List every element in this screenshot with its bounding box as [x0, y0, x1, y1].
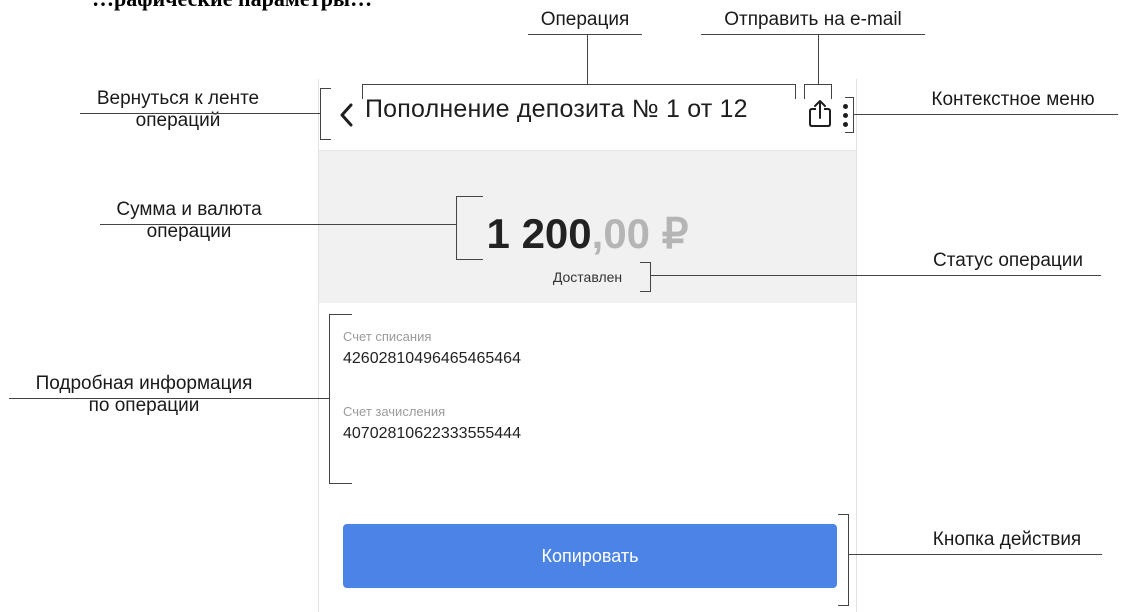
- annotation-operation: Операция: [540, 9, 630, 30]
- annotation-amount-line1: Сумма и валюта: [116, 199, 262, 220]
- details-section: Счет списания 42602810496465465464 Счет …: [343, 329, 521, 443]
- annotation-send-email: Отправить на e-mail: [724, 9, 902, 30]
- operation-title: Пополнение депозита № 1 от 12: [365, 95, 748, 123]
- amount-main: 1 200: [486, 210, 592, 257]
- annotation-details: Подробная информация по операции: [9, 373, 279, 417]
- amount: 1 200,00 ₽: [319, 209, 856, 258]
- annotation-details-line1: Подробная информация: [35, 373, 253, 394]
- annotation-status: Статус операции: [932, 250, 1083, 271]
- document-heading-fragment: …рафические параметры…: [92, 0, 372, 12]
- annotation-action-button: Кнопка действия: [932, 529, 1082, 550]
- copy-button[interactable]: Копировать: [343, 524, 837, 588]
- field-debit-account: Счет списания 42602810496465465464: [343, 329, 521, 368]
- share-icon: [809, 100, 831, 127]
- status-label: Доставлен: [552, 269, 623, 285]
- field-credit-account: Счет зачисления 40702810622333555444: [343, 404, 521, 443]
- share-button[interactable]: [805, 93, 835, 133]
- annotation-back-line1: Вернуться к ленте: [96, 88, 260, 109]
- chevron-left-icon: [340, 103, 353, 127]
- field-value: 40702810622333555444: [343, 425, 521, 442]
- annotation-back: Вернуться к ленте операций: [80, 88, 276, 132]
- field-label: Счет списания: [343, 329, 432, 344]
- back-button[interactable]: [333, 97, 359, 133]
- amount-decimals-currency: ,00 ₽: [591, 210, 689, 257]
- annotation-amount: Сумма и валюта операции: [100, 199, 278, 243]
- operation-details-screen: Пополнение депозита № 1 от 12 1 200,00 ₽…: [318, 79, 857, 612]
- annotation-context-menu: Контекстное меню: [931, 89, 1095, 110]
- field-value: 42602810496465465464: [343, 350, 521, 367]
- field-label: Счет зачисления: [343, 404, 446, 419]
